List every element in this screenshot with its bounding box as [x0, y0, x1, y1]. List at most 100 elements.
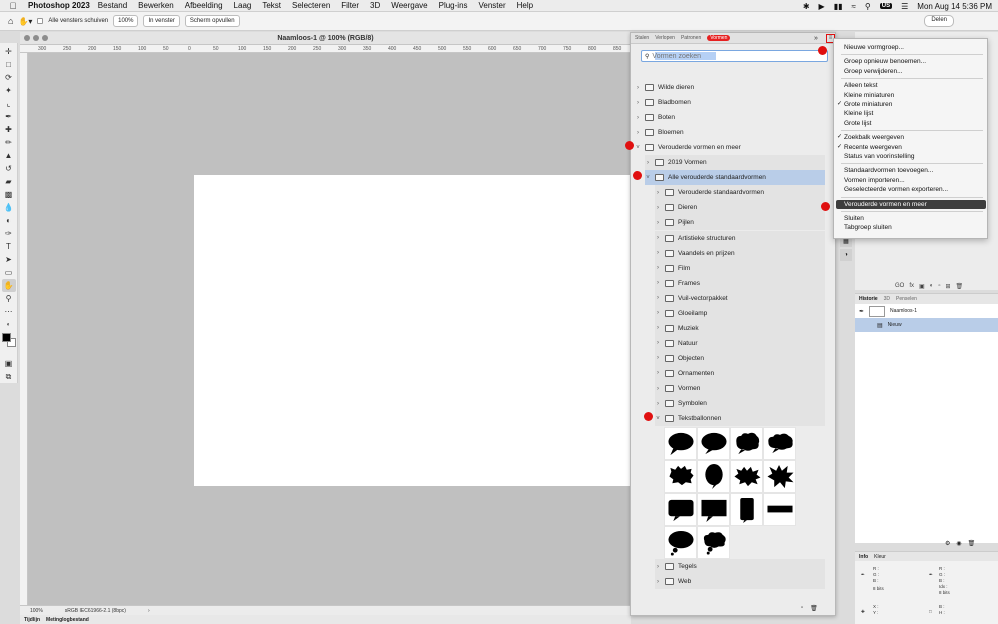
fx-icon[interactable]: fx — [909, 283, 914, 290]
tab-color[interactable]: Kleur — [874, 554, 886, 560]
eyedropper-icon[interactable]: ✒ — [2, 110, 16, 123]
shape-group-row[interactable]: ˅ Tekstballonnen — [655, 411, 825, 426]
share-button[interactable]: Delen — [924, 15, 954, 27]
shape-group-row[interactable]: › Artistieke structuren — [655, 231, 825, 246]
zoom-100-button[interactable]: 100% — [113, 15, 139, 27]
trash-icon[interactable]: 🗑 — [955, 283, 963, 290]
menu-venster[interactable]: Venster — [479, 1, 506, 10]
screen-mode-icon[interactable]: ⧉ — [2, 370, 16, 383]
menu-item[interactable]: Status van voorinstelling — [844, 152, 914, 161]
shape-group-row[interactable]: › Dieren — [655, 200, 825, 215]
menu-item[interactable]: Kleine lijst — [844, 109, 873, 118]
brush-tool-icon[interactable]: ✏ — [2, 136, 16, 149]
shapes-search-field[interactable]: ⚲ — [641, 50, 828, 62]
healing-brush-icon[interactable]: ✚ — [2, 123, 16, 136]
shape-group-row[interactable]: › Bladbomen — [635, 95, 825, 110]
speech-bubble-shape[interactable] — [763, 493, 796, 526]
chevron-down-icon[interactable]: ˅ — [645, 175, 651, 181]
wifi-icon[interactable]: ≈ — [852, 2, 856, 11]
new-document-from-state-icon[interactable]: ⚙ — [945, 540, 950, 547]
shape-group-tegels[interactable]: › Tegels — [655, 559, 825, 574]
menu-item[interactable]: Tabgroep sluiten — [844, 223, 892, 232]
menu-item[interactable]: Kleine miniaturen — [844, 91, 894, 100]
menu-item[interactable]: Geselecteerde vormen exporteren... — [844, 185, 948, 194]
mask-icon[interactable]: ▣ — [919, 283, 925, 290]
tab-gradients[interactable]: Verlopen — [655, 35, 675, 41]
chevron-right-icon[interactable]: › — [645, 160, 651, 166]
chevron-right-icon[interactable]: › — [655, 205, 661, 211]
tab-history[interactable]: Historie — [859, 296, 878, 302]
blur-tool-icon[interactable]: 💧 — [2, 201, 16, 214]
gradient-tool-icon[interactable]: ▩ — [2, 188, 16, 201]
tab-3d[interactable]: 3D — [884, 296, 890, 302]
marquee-tool-icon[interactable]: □ — [2, 58, 16, 71]
menu-selecteren[interactable]: Selecteren — [292, 1, 330, 10]
tab-patterns[interactable]: Patronen — [681, 35, 701, 41]
chevron-right-icon[interactable]: › — [655, 235, 661, 241]
menu-afbeelding[interactable]: Afbeelding — [185, 1, 223, 10]
status-arrow-icon[interactable]: › — [148, 608, 150, 614]
home-icon[interactable]: ⌂ — [8, 16, 13, 26]
menu-filter[interactable]: Filter — [341, 1, 359, 10]
shape-group-row[interactable]: › Pijlen — [655, 215, 825, 230]
chevron-right-icon[interactable]: › — [655, 280, 661, 286]
shape-group-row[interactable]: › Ornamenten — [655, 366, 825, 381]
pen-tool-icon[interactable]: ✑ — [2, 227, 16, 240]
battery-icon[interactable]: ▮▮ — [834, 2, 843, 11]
menu-item[interactable]: Nieuwe vormgroep... — [844, 43, 904, 52]
trash-icon[interactable]: 🗑 — [810, 605, 818, 612]
menu-bestand[interactable]: Bestand — [98, 1, 127, 10]
apple-icon[interactable]:  — [6, 1, 20, 11]
quick-mask-icon[interactable]: ▣ — [2, 357, 16, 370]
chevron-down-icon[interactable]: ˅ — [635, 145, 641, 151]
shape-group-row[interactable]: › Gloeilamp — [655, 306, 825, 321]
hand-tool-icon[interactable]: ✋▾ — [18, 17, 32, 26]
shape-group-row[interactable]: › Film — [655, 261, 825, 276]
minimize-window-button[interactable] — [33, 35, 39, 41]
menu-item[interactable]: Alleen tekst — [844, 81, 878, 90]
chevron-right-icon[interactable]: › — [655, 250, 661, 256]
document-canvas[interactable] — [194, 175, 632, 486]
menu-item[interactable]: Standaardvormen toevoegen... — [844, 166, 933, 175]
menu-bewerken[interactable]: Bewerken — [138, 1, 174, 10]
tab-shapes[interactable]: Vormen — [707, 35, 731, 41]
chevron-right-icon[interactable]: › — [635, 100, 641, 106]
chevron-right-icon[interactable]: › — [655, 190, 661, 196]
fit-window-button[interactable]: In venster — [143, 15, 180, 27]
default-colors-icon[interactable]: ◐ — [2, 318, 16, 331]
shape-group-row[interactable]: › Symbolen — [655, 396, 825, 411]
shape-group-row[interactable]: › Frames — [655, 276, 825, 291]
hand-tool-icon[interactable]: ✋ — [1, 279, 16, 292]
shape-group-row[interactable]: ˅ Alle verouderde standaardvormen — [645, 170, 825, 186]
chevron-right-icon[interactable]: › — [655, 325, 661, 331]
adjustments-icon[interactable]: ◑ — [840, 249, 852, 261]
shape-group-row[interactable]: › Objecten — [655, 351, 825, 366]
speech-bubble-shape[interactable] — [697, 460, 730, 493]
history-brush-icon[interactable]: ↺ — [2, 162, 16, 175]
tab-timeline[interactable]: Tijdlijn — [24, 617, 40, 623]
menu-item[interactable]: ✓ Recente weergeven — [837, 143, 902, 152]
foreground-color[interactable] — [1, 333, 11, 342]
speech-bubble-shape[interactable] — [763, 460, 796, 493]
chevron-right-icon[interactable]: › — [655, 401, 661, 407]
clock[interactable]: Mon Aug 14 5:36 PM — [917, 2, 992, 11]
chevron-right-icon[interactable]: › — [655, 579, 661, 585]
shapes-search-input[interactable] — [652, 52, 823, 60]
shape-group-row[interactable]: › Boten — [635, 110, 825, 125]
app-menu[interactable]: Photoshop 2023 — [28, 1, 90, 10]
camera-icon[interactable]: ◉ — [956, 540, 961, 547]
speech-bubble-shape[interactable] — [664, 526, 697, 559]
move-tool-icon[interactable]: ✛ — [2, 45, 16, 58]
zoom-tool-icon[interactable]: ⚲ — [2, 292, 16, 305]
menu-item[interactable]: Vormen importeren... — [844, 176, 905, 185]
tab-swatches[interactable]: Stalen — [635, 35, 649, 41]
chevron-right-icon[interactable]: › — [655, 564, 661, 570]
menu-item[interactable]: Sluiten — [844, 214, 864, 223]
eraser-icon[interactable]: ▰ — [2, 175, 16, 188]
chevron-right-icon[interactable]: › — [655, 310, 661, 316]
chevron-right-icon[interactable]: › — [655, 355, 661, 361]
bluetooth-icon[interactable]: ✱ — [803, 2, 810, 11]
menu-item[interactable]: ✓ Grote miniaturen — [837, 100, 892, 109]
dodge-tool-icon[interactable]: ◐ — [2, 214, 16, 227]
folder-icon[interactable]: ▫ — [938, 283, 940, 290]
